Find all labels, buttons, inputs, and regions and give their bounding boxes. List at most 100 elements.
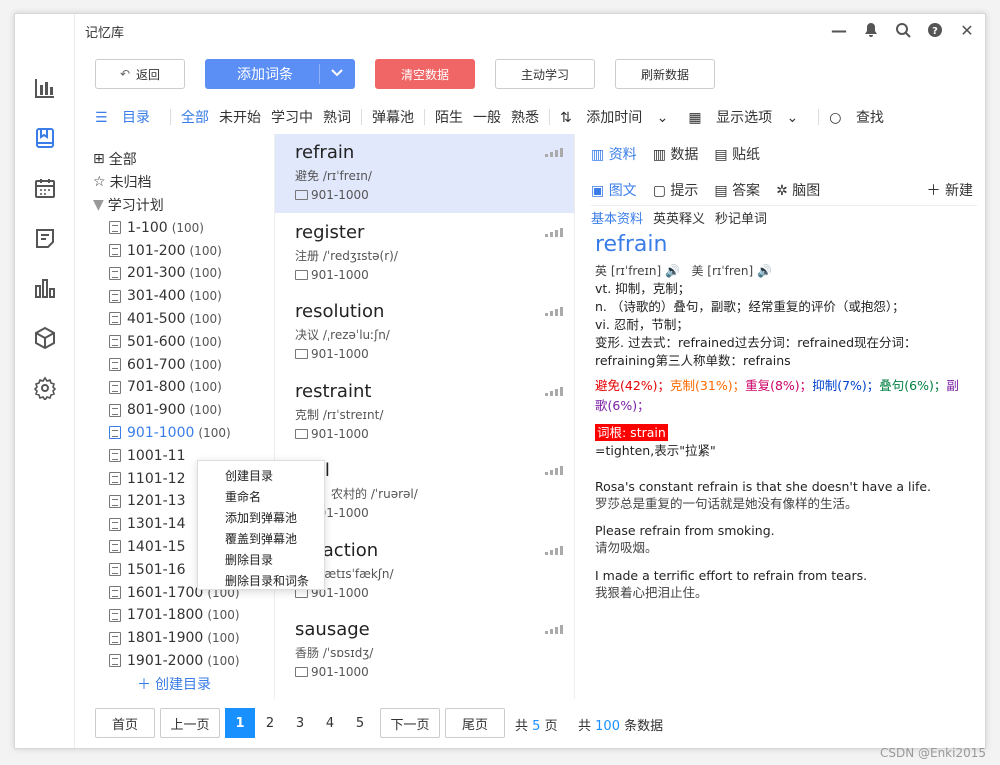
tab-en-en[interactable]: 英英释义 (653, 208, 705, 227)
tab-info[interactable]: ▥ 资料 (591, 144, 637, 164)
chart-bars-icon[interactable] (33, 76, 57, 100)
page-number[interactable]: 5 (345, 708, 375, 738)
new-button[interactable]: ＋ 新建 (927, 180, 973, 200)
document-icon (109, 312, 121, 326)
menu-delete-catalog[interactable]: 删除目录 (198, 550, 324, 571)
clear-data-button[interactable]: 清空数据 (375, 59, 475, 89)
filter-unfamiliar[interactable]: 陌生 (435, 107, 463, 127)
search-icon[interactable] (893, 20, 913, 40)
back-button[interactable]: ↶ 返回 (95, 59, 185, 89)
sort-add-time[interactable]: ⇅ 添加时间 ⌄ (560, 107, 678, 127)
speaker-icon[interactable]: 🔊 (665, 264, 680, 278)
filter-all[interactable]: 全部 (181, 107, 209, 127)
word-card[interactable]: register 注册 /ˈredʒɪstə(r)/ 901-1000 (275, 214, 574, 293)
bell-icon[interactable] (861, 20, 881, 40)
word-card[interactable]: restraint 克制 /rɪˈstreɪnt/901-1000 (275, 373, 574, 452)
divider (170, 109, 172, 125)
tab-data[interactable]: ▥ 数据 (653, 144, 699, 164)
settings-icon[interactable] (33, 376, 57, 402)
word-card[interactable]: refrain 避免 /rɪˈfreɪn/901-1000 (275, 134, 574, 213)
menu-overwrite-danmaku[interactable]: 覆盖到弹幕池 (198, 529, 324, 550)
filter-familiar[interactable]: 熟悉 (511, 107, 539, 127)
last-page-button[interactable]: 尾页 (445, 708, 505, 738)
find-button[interactable]: ○ 查找 (829, 107, 894, 127)
svg-text:?: ? (932, 26, 938, 37)
notes-icon[interactable] (33, 226, 57, 250)
filter-normal[interactable]: 一般 (473, 107, 501, 127)
menu-delete-catalog-and-entries[interactable]: 删除目录和词条 (198, 571, 324, 592)
tree-item[interactable]: 801-900 (100) (93, 399, 273, 422)
tree-item[interactable]: 701-800 (100) (93, 376, 273, 399)
tree-item[interactable]: 1901-2000 (100) (93, 650, 273, 673)
help-icon[interactable]: ? (925, 20, 945, 40)
stats-icon[interactable] (33, 276, 57, 300)
tree-item[interactable]: 901-1000 (100) (93, 422, 273, 445)
page-number[interactable]: 3 (285, 708, 315, 738)
filter-not-started[interactable]: 未开始 (219, 107, 261, 127)
tab-picture-text[interactable]: ▣ 图文 (591, 180, 637, 205)
cube-icon[interactable] (33, 326, 57, 350)
page-number[interactable]: 2 (255, 708, 285, 738)
app-window: 记忆库 — ? ✕ ↶ 返回 添加词条 清空数据 主动学习 刷新数据 ☰ 目录 … (14, 13, 986, 749)
signal-bars-icon (545, 148, 563, 157)
chart-icon: ▥ (652, 147, 666, 163)
page-number[interactable]: 1 (225, 708, 255, 738)
minimize-icon[interactable]: — (829, 20, 849, 40)
calendar-icon[interactable] (33, 176, 57, 200)
tree-study-plan[interactable]: ▼ 学习计划 (93, 194, 273, 217)
tree-item[interactable]: 1801-1900 (100) (93, 627, 273, 650)
book-icon[interactable] (33, 126, 57, 150)
filter-learning[interactable]: 学习中 (271, 107, 313, 127)
divider (818, 109, 820, 125)
refresh-data-button[interactable]: 刷新数据 (615, 59, 715, 89)
word-text: restraint (295, 380, 372, 402)
tree-item[interactable]: 301-400 (100) (93, 285, 273, 308)
signal-bars-icon (545, 625, 563, 634)
first-page-button[interactable]: 首页 (95, 708, 155, 738)
document-icon (109, 380, 121, 394)
menu-create-catalog[interactable]: 创建目录 (198, 466, 324, 487)
create-catalog-button[interactable]: ＋ 创建目录 (93, 672, 273, 695)
tab-mindmap[interactable]: ✲ 脑图 (776, 180, 820, 205)
tree-all[interactable]: ⊞ 全部 (93, 148, 273, 171)
tree-item[interactable]: 1701-1800 (100) (93, 604, 273, 627)
sticker-icon: ▤ (714, 147, 728, 163)
chart-icon: ▥ (591, 147, 605, 163)
tree-item[interactable]: 401-500 (100) (93, 308, 273, 331)
tab-basic-info[interactable]: 基本资料 (591, 208, 643, 227)
display-options[interactable]: ▦ 显示选项 ⌄ (688, 107, 808, 127)
pagination: 首页 上一页 1 2 3 4 5 下一页 尾页 共 5 页 共 100 条数据 (95, 708, 975, 738)
document-icon (109, 449, 121, 463)
tree-unfiled[interactable]: ☆ 未归档 (93, 171, 273, 194)
total-items: 共 100 条数据 (578, 719, 664, 734)
tab-hint[interactable]: ▢ 提示 (653, 180, 699, 205)
tab-sticker[interactable]: ▤ 贴纸 (714, 144, 760, 164)
prev-page-button[interactable]: 上一页 (160, 708, 220, 738)
catalog-toggle[interactable]: ☰ 目录 (95, 107, 160, 127)
speaker-icon[interactable]: 🔊 (757, 264, 772, 278)
close-icon[interactable]: ✕ (957, 20, 977, 40)
word-card[interactable]: sausage 香肠 /ˈsɒsɪdʒ/901-1000 (275, 611, 574, 690)
tree-item[interactable]: 601-700 (100) (93, 353, 273, 376)
chevron-down-icon: ⌄ (786, 110, 799, 126)
tab-answer[interactable]: ▤ 答案 (714, 180, 760, 205)
tree-item[interactable]: 101-200 (100) (93, 239, 273, 262)
filter-mastered[interactable]: 熟词 (323, 107, 351, 127)
chevron-down-icon: ⌄ (656, 110, 669, 126)
page-number[interactable]: 4 (315, 708, 345, 738)
tree-item[interactable]: 201-300 (100) (93, 262, 273, 285)
menu-rename[interactable]: 重命名 (198, 487, 324, 508)
add-entry-button[interactable]: 添加词条 (205, 59, 355, 89)
tree-item[interactable]: 1-100 (100) (93, 216, 273, 239)
active-study-button[interactable]: 主动学习 (495, 59, 595, 89)
word-group: 901-1000 (295, 268, 555, 282)
divider (549, 109, 551, 125)
menu-add-to-danmaku[interactable]: 添加到弹幕池 (198, 508, 324, 529)
example-sentence: Please refrain from smoking. 请勿吸烟。 (595, 523, 775, 555)
filter-danmaku-pool[interactable]: 弹幕池 (372, 107, 414, 127)
chevron-down-icon[interactable] (330, 65, 344, 83)
tree-item[interactable]: 501-600 (100) (93, 330, 273, 353)
next-page-button[interactable]: 下一页 (380, 708, 440, 738)
word-card[interactable]: resolution 决议 /ˌrezəˈluːʃn/901-1000 (275, 293, 574, 372)
tab-quick-memo[interactable]: 秒记单词 (715, 208, 767, 227)
